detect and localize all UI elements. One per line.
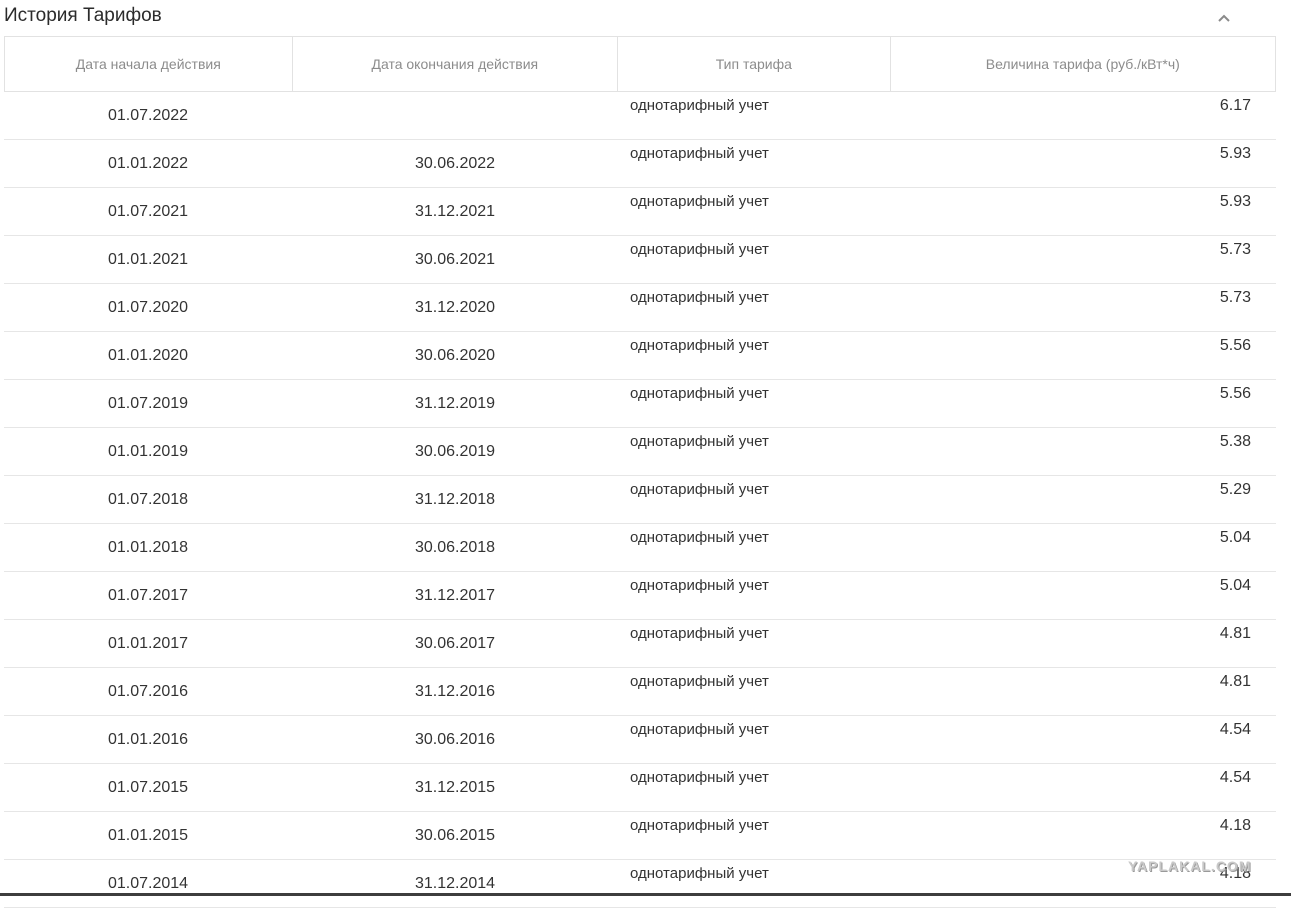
start-date-cell: 01.07.2017 bbox=[107, 587, 189, 604]
tariff-value-cell: 4.54 bbox=[1219, 721, 1251, 738]
table-row: 01.01.2022 30.06.2022 однотарифный учет 5.9… bbox=[4, 140, 1276, 188]
table-row: 01.07.2018 31.12.2018 однотарифный учет 5.2… bbox=[4, 476, 1276, 524]
end-date-cell: 30.06.2022 bbox=[414, 155, 496, 172]
table-header: Дата начала действия Дата окончания дейс… bbox=[4, 36, 1276, 92]
table-row: 01.07.2019 31.12.2019 однотарифный учет 5.5… bbox=[4, 380, 1276, 428]
table-row: 01.07.2017 31.12.2017 однотарифный учет 5.0… bbox=[4, 572, 1276, 620]
tariff-type-cell: однотарифный учет bbox=[630, 97, 769, 114]
tariff-type-cell: однотарифный учет bbox=[630, 289, 769, 306]
tariff-type-cell: однотарифный учет bbox=[630, 673, 769, 690]
tariff-type-cell: однотарифный учет bbox=[630, 193, 769, 210]
tariff-value-cell: 5.04 bbox=[1219, 577, 1251, 594]
end-date-cell: 30.06.2021 bbox=[414, 251, 496, 268]
tariff-value-cell: 5.73 bbox=[1219, 289, 1251, 306]
start-date-cell: 01.01.2021 bbox=[107, 251, 189, 268]
tariff-value-cell: 5.38 bbox=[1219, 433, 1251, 450]
tariff-value-cell: 5.56 bbox=[1219, 337, 1251, 354]
tariff-value-cell: 5.73 bbox=[1219, 241, 1251, 258]
end-date-cell: 30.06.2017 bbox=[414, 635, 496, 652]
start-date-cell: 01.01.2020 bbox=[107, 347, 189, 364]
start-date-cell: 01.07.2021 bbox=[107, 203, 189, 220]
end-date-cell: 31.12.2018 bbox=[414, 491, 496, 508]
start-date-cell: 01.07.2019 bbox=[107, 395, 189, 412]
chevron-up-icon bbox=[1218, 14, 1230, 22]
tariff-type-cell: однотарифный учет bbox=[630, 865, 769, 882]
column-header-end-date[interactable]: Дата окончания действия bbox=[293, 37, 619, 91]
end-date-cell: 30.06.2020 bbox=[414, 347, 496, 364]
column-header-tariff-type[interactable]: Тип тарифа bbox=[618, 37, 891, 91]
table-row: 01.07.2022 однотарифный учет 6.17 bbox=[4, 92, 1276, 140]
start-date-cell: 01.01.2016 bbox=[107, 731, 189, 748]
start-date-cell: 01.07.2020 bbox=[107, 299, 189, 316]
table-row: 01.01.2017 30.06.2017 однотарифный учет 4.8… bbox=[4, 620, 1276, 668]
collapse-button[interactable] bbox=[1214, 8, 1234, 28]
end-date-cell: 30.06.2016 bbox=[414, 731, 496, 748]
tariff-value-cell: 4.54 bbox=[1219, 769, 1251, 786]
watermark: YAPLAKAL.COM bbox=[1128, 858, 1252, 874]
tariff-type-cell: однотарифный учет bbox=[630, 433, 769, 450]
tariff-type-cell: однотарифный учет bbox=[630, 769, 769, 786]
table-row: 01.01.2021 30.06.2021 однотарифный учет 5.7… bbox=[4, 236, 1276, 284]
tariff-type-cell: однотарифный учет bbox=[630, 817, 769, 834]
table-row: 01.07.2014 31.12.2014 однотарифный учет 4.1… bbox=[4, 860, 1276, 908]
end-date-cell: 31.12.2016 bbox=[414, 683, 496, 700]
tariff-type-cell: однотарифный учет bbox=[630, 721, 769, 738]
end-date-cell: 30.06.2015 bbox=[414, 827, 496, 844]
end-date-cell: 31.12.2014 bbox=[414, 875, 496, 892]
tariff-type-cell: однотарифный учет bbox=[630, 625, 769, 642]
table-row: 01.07.2021 31.12.2021 однотарифный учет 5.9… bbox=[4, 188, 1276, 236]
end-date-cell: 31.12.2017 bbox=[414, 587, 496, 604]
start-date-cell: 01.01.2017 bbox=[107, 635, 189, 652]
tariff-value-cell: 5.93 bbox=[1219, 193, 1251, 210]
tariff-value-cell: 5.93 bbox=[1219, 145, 1251, 162]
start-date-cell: 01.07.2014 bbox=[107, 875, 189, 892]
start-date-cell: 01.01.2018 bbox=[107, 539, 189, 556]
table-row: 01.01.2018 30.06.2018 однотарифный учет 5.0… bbox=[4, 524, 1276, 572]
tariff-value-cell: 4.81 bbox=[1219, 673, 1251, 690]
end-date-cell: 30.06.2019 bbox=[414, 443, 496, 460]
end-date-cell: 31.12.2020 bbox=[414, 299, 496, 316]
tariff-value-cell: 4.18 bbox=[1219, 817, 1251, 834]
tariff-value-cell: 5.56 bbox=[1219, 385, 1251, 402]
table-row: 01.07.2020 31.12.2020 однотарифный учет 5.7… bbox=[4, 284, 1276, 332]
table-row: 01.01.2015 30.06.2015 однотарифный учет 4.1… bbox=[4, 812, 1276, 860]
start-date-cell: 01.07.2018 bbox=[107, 491, 189, 508]
section-header: История Тарифов bbox=[0, 0, 1291, 36]
tariff-type-cell: однотарифный учет bbox=[630, 385, 769, 402]
tariff-type-cell: однотарифный учет bbox=[630, 577, 769, 594]
table-row: 01.07.2016 31.12.2016 однотарифный учет 4.8… bbox=[4, 668, 1276, 716]
tariff-value-cell: 5.29 bbox=[1219, 481, 1251, 498]
end-date-cell: 30.06.2018 bbox=[414, 539, 496, 556]
start-date-cell: 01.07.2022 bbox=[107, 107, 189, 124]
column-header-tariff-value[interactable]: Величина тарифа (руб./кВт*ч) bbox=[891, 37, 1275, 91]
tariff-value-cell: 4.81 bbox=[1219, 625, 1251, 642]
tariff-value-cell: 6.17 bbox=[1219, 97, 1251, 114]
column-header-start-date[interactable]: Дата начала действия bbox=[5, 37, 293, 91]
tariff-value-cell: 5.04 bbox=[1219, 529, 1251, 546]
start-date-cell: 01.07.2016 bbox=[107, 683, 189, 700]
table-body: 01.07.2022 однотарифный учет 6.17 01.01.202… bbox=[4, 92, 1276, 908]
end-date-cell: 31.12.2015 bbox=[414, 779, 496, 796]
table-row: 01.01.2020 30.06.2020 однотарифный учет 5.5… bbox=[4, 332, 1276, 380]
tariff-type-cell: однотарифный учет bbox=[630, 481, 769, 498]
start-date-cell: 01.07.2015 bbox=[107, 779, 189, 796]
tariff-history-table: Дата начала действия Дата окончания дейс… bbox=[4, 36, 1276, 908]
start-date-cell: 01.01.2019 bbox=[107, 443, 189, 460]
table-row: 01.01.2016 30.06.2016 однотарифный учет 4.5… bbox=[4, 716, 1276, 764]
end-date-cell: 31.12.2021 bbox=[414, 203, 496, 220]
start-date-cell: 01.01.2022 bbox=[107, 155, 189, 172]
tariff-type-cell: однотарифный учет bbox=[630, 241, 769, 258]
table-row: 01.01.2019 30.06.2019 однотарифный учет 5.3… bbox=[4, 428, 1276, 476]
tariff-type-cell: однотарифный учет bbox=[630, 529, 769, 546]
end-date-cell: 31.12.2019 bbox=[414, 395, 496, 412]
tariff-type-cell: однотарифный учет bbox=[630, 145, 769, 162]
section-title: История Тарифов bbox=[4, 5, 162, 26]
table-row: 01.07.2015 31.12.2015 однотарифный учет 4.5… bbox=[4, 764, 1276, 812]
start-date-cell: 01.01.2015 bbox=[107, 827, 189, 844]
tariff-type-cell: однотарифный учет bbox=[630, 337, 769, 354]
